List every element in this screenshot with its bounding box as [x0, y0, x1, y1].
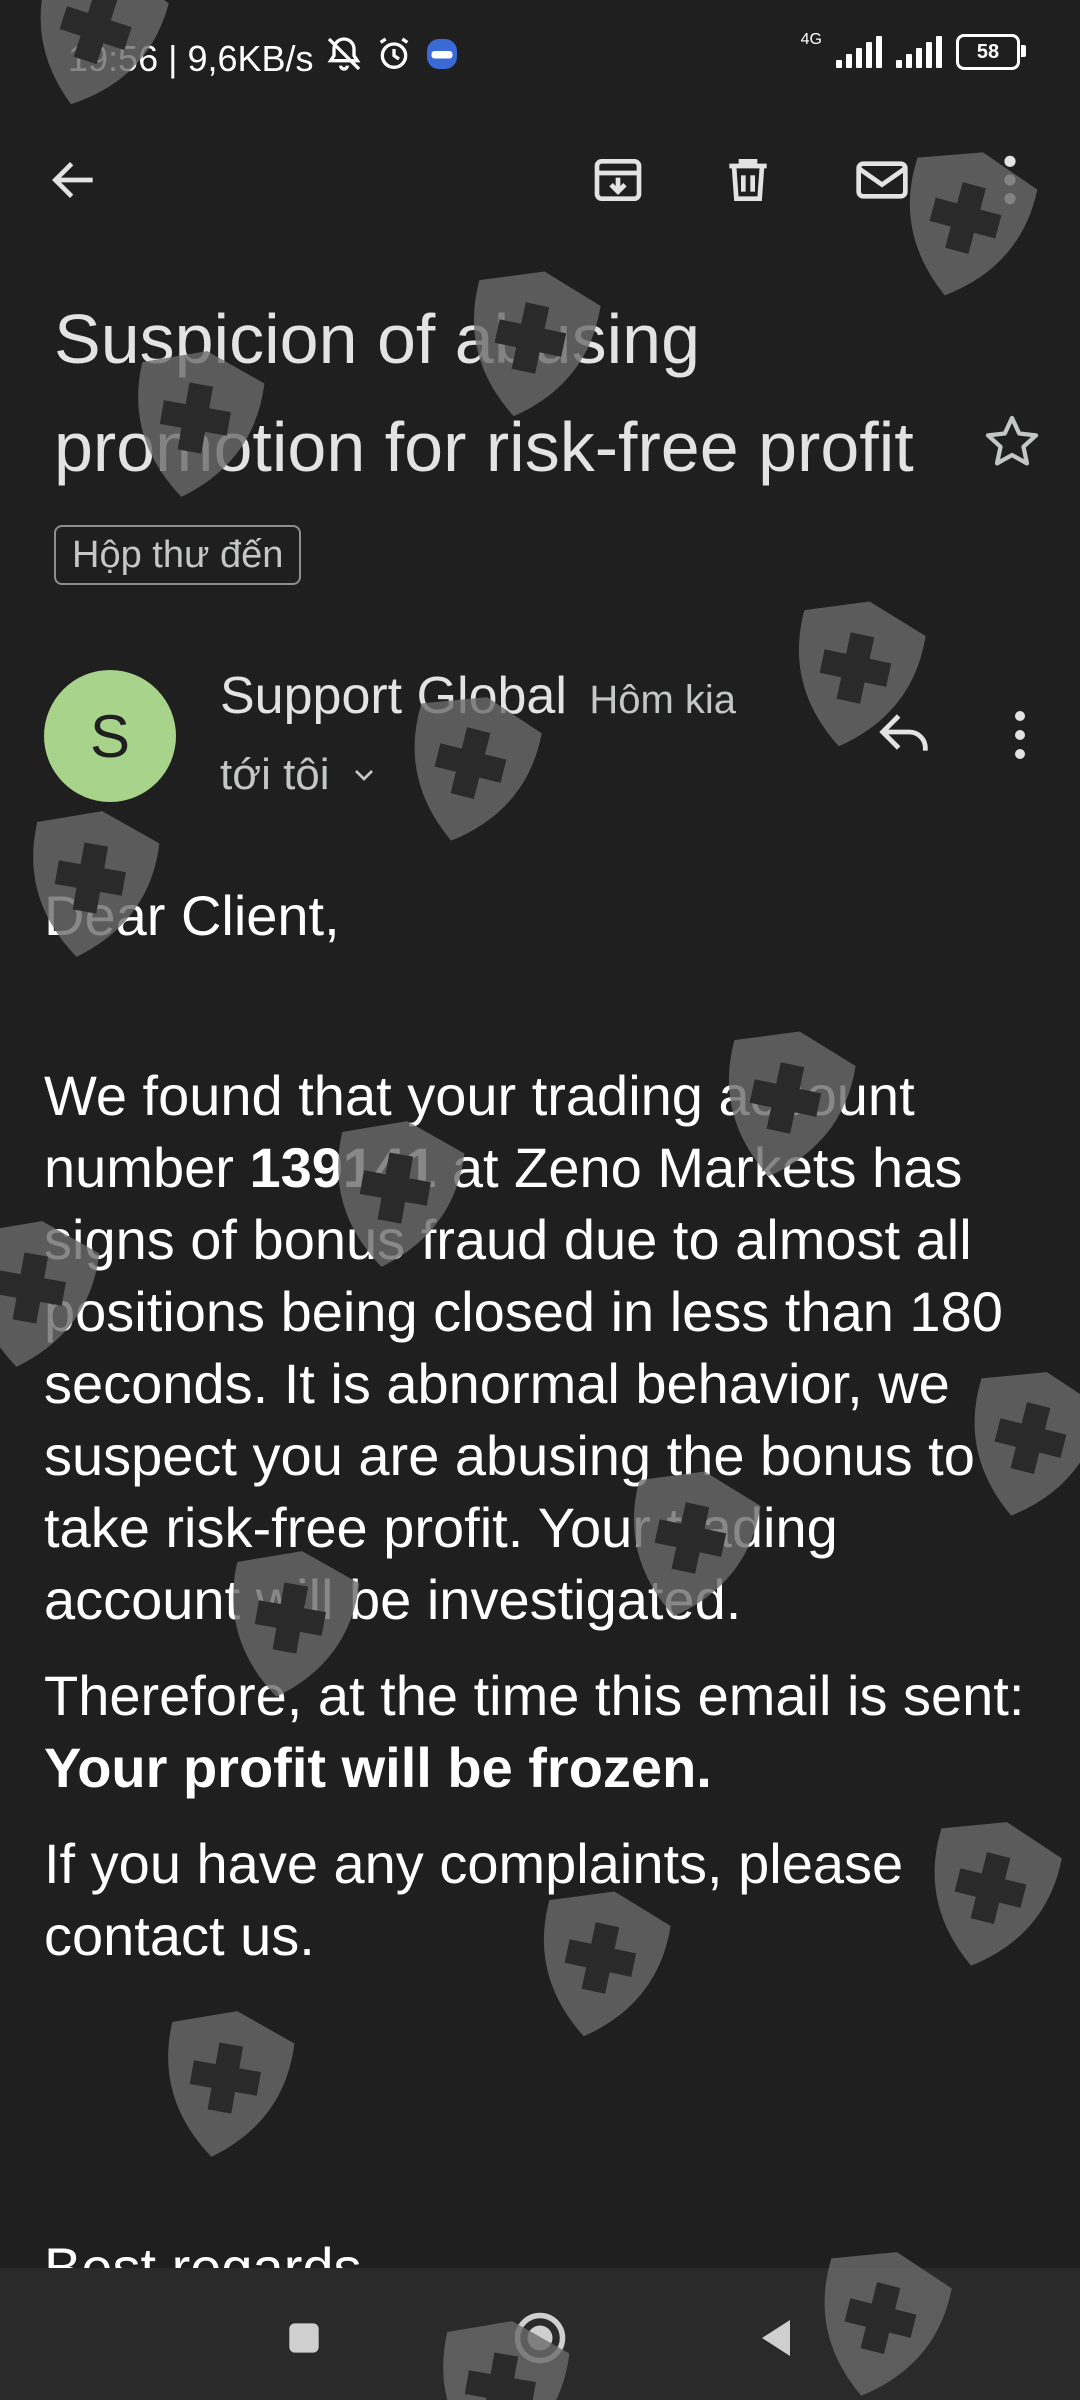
body-paragraph-3: If you have any complaints, please conta… [44, 1832, 904, 1967]
delete-button[interactable] [718, 150, 778, 210]
network-type: 4G [800, 31, 822, 48]
home-button[interactable] [500, 2298, 580, 2378]
closing: Best regards, [44, 2236, 378, 2268]
body-paragraph-1: We found that your trading account numbe… [44, 1060, 1044, 1636]
email-body: Dear Client, We found that your trading … [44, 880, 1044, 1972]
mark-unread-button[interactable] [852, 150, 912, 210]
more-vert-icon [1015, 730, 1025, 740]
archive-icon [594, 159, 642, 201]
subject-text: Suspicion of abusing promotion for risk-… [54, 300, 914, 486]
para2-start: Therefore, at the time this email is sen… [44, 1664, 1025, 1727]
zalo-icon [424, 36, 460, 81]
shield-watermark-icon [150, 2000, 299, 2168]
signal-icon [896, 36, 942, 68]
greeting: Dear Client, [44, 884, 340, 947]
frozen-notice: Your profit will be frozen. [44, 1736, 712, 1799]
status-right: 4G 58 [800, 31, 1026, 70]
email-time: Hôm kia [589, 678, 737, 722]
back-nav-button[interactable] [736, 2298, 816, 2378]
reply-button[interactable] [872, 700, 942, 770]
battery-level: 58 [976, 40, 1000, 63]
para1-end: at Zeno Markets has signs of bonus fraud… [44, 1136, 1003, 1631]
more-vert-icon [1004, 155, 1016, 205]
star-button[interactable] [980, 410, 1050, 480]
status-separator: | [168, 37, 178, 79]
alarm-icon [374, 34, 414, 83]
back-arrow-icon [52, 162, 93, 198]
mark-unread-icon [856, 161, 908, 199]
recipient-details-toggle[interactable]: tới tôi [220, 750, 380, 800]
home-icon [514, 2312, 566, 2364]
message-more-button[interactable] [990, 700, 1050, 770]
chevron-down-icon [354, 770, 373, 781]
back-triangle-icon [762, 2320, 790, 2356]
status-left: 19:56 | 9,6KB/s [68, 34, 460, 83]
more-options-button[interactable] [980, 150, 1040, 210]
delete-icon [729, 159, 767, 201]
inbox-label-chip[interactable]: Hộp thư đến [54, 524, 302, 585]
body-paragraph-2: Therefore, at the time this email is sen… [44, 1660, 1044, 1804]
more-vert-icon [1015, 749, 1025, 759]
closing-clip: Best regards, [44, 2232, 1044, 2268]
sender-name: Support Global [220, 667, 567, 725]
email-toolbar [0, 130, 1080, 230]
email-subject: Suspicion of abusing promotion for risk-… [54, 285, 934, 609]
system-nav-bar [0, 2268, 1080, 2400]
signal-icon [836, 36, 882, 68]
status-bar: 19:56 | 9,6KB/s 4G 58 [0, 0, 1080, 120]
battery-icon: 58 [956, 34, 1026, 70]
bell-off-icon [324, 34, 364, 83]
account-number: 139141 [249, 1136, 437, 1199]
archive-button[interactable] [588, 150, 648, 210]
sender-info: Support Global Hôm kia [220, 666, 736, 726]
recents-icon [289, 2323, 319, 2353]
status-time: 19:56 [68, 37, 159, 79]
recipient-text: tới tôi [220, 750, 330, 799]
more-vert-icon [1015, 711, 1025, 721]
reply-icon [879, 714, 928, 751]
recents-button[interactable] [264, 2298, 344, 2378]
sender-row: S Support Global Hôm kia tới tôi [0, 660, 1080, 820]
network-speed: 9,6KB/s [187, 37, 314, 79]
star-icon [985, 415, 1039, 466]
back-button[interactable] [44, 150, 104, 210]
avatar[interactable]: S [44, 670, 176, 802]
